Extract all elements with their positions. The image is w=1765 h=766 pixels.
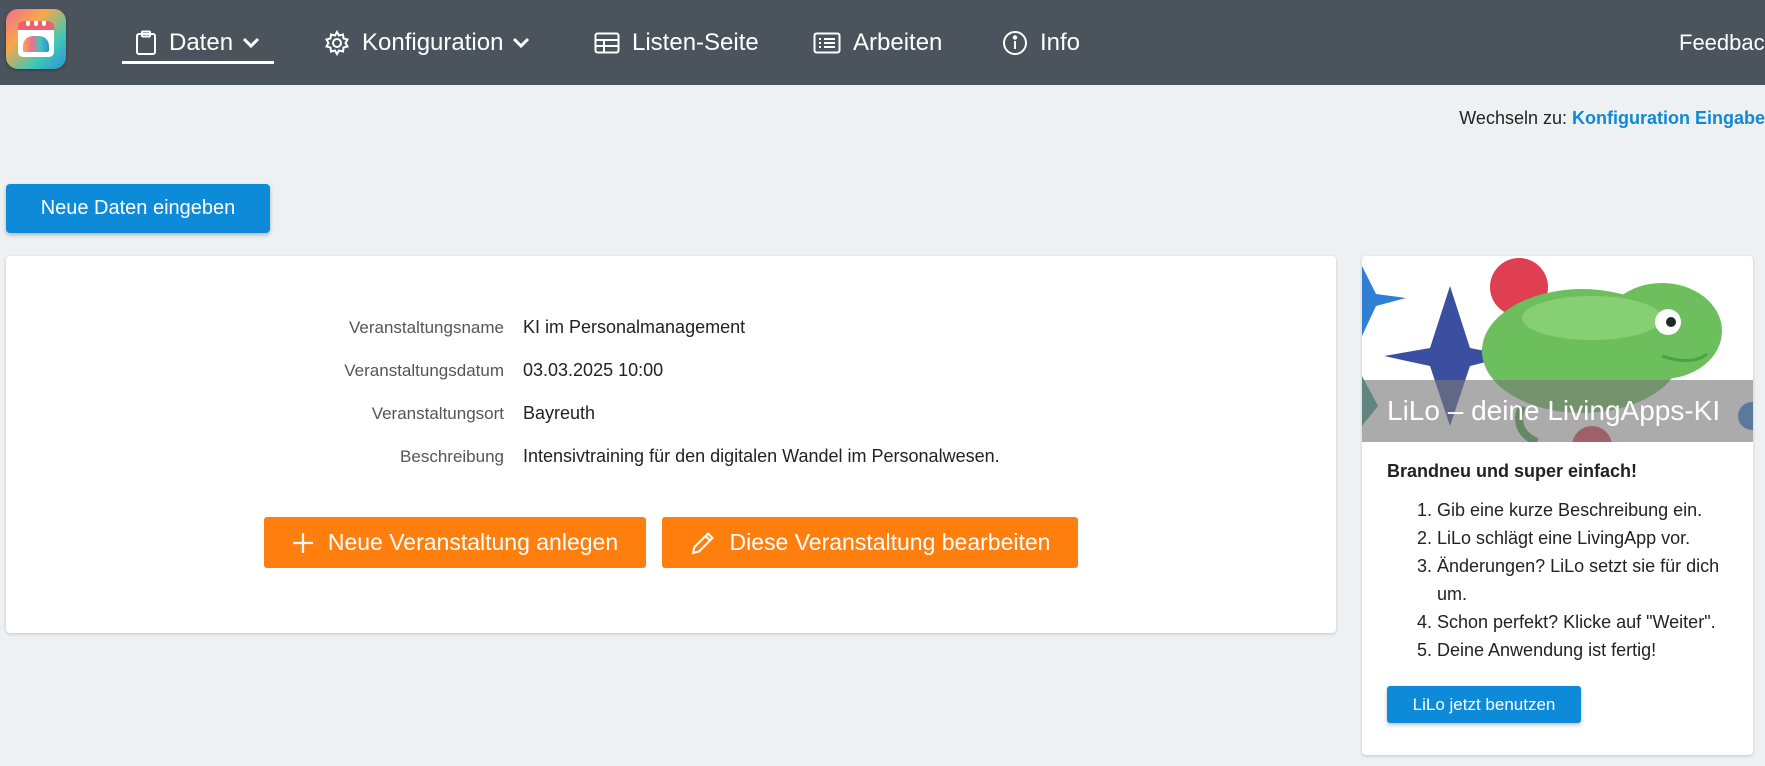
pencil-icon	[690, 530, 716, 556]
edit-event-button[interactable]: Diese Veranstaltung bearbeiten	[662, 517, 1078, 568]
field-row: Veranstaltungsort Bayreuth	[6, 403, 1336, 434]
field-row: Veranstaltungsname KI im Personalmanagem…	[6, 317, 1336, 348]
switch-link[interactable]: Konfiguration Eingabe	[1572, 108, 1765, 128]
field-label: Veranstaltungsort	[371, 404, 504, 423]
lilo-step: Deine Anwendung ist fertig!	[1437, 636, 1737, 664]
lilo-step: LiLo schlägt eine LivingApp vor.	[1437, 524, 1737, 552]
field-label: Beschreibung	[400, 447, 504, 466]
nav-arbeiten[interactable]: Arbeiten	[813, 0, 942, 85]
top-navbar: Daten Konfiguration Listen-Seite Arbeite…	[0, 0, 1765, 85]
nav-konfiguration[interactable]: Konfiguration	[324, 0, 530, 85]
switch-view: Wechseln zu: Konfiguration Eingabe	[1459, 108, 1765, 129]
nav-info-label: Info	[1040, 28, 1081, 56]
lilo-use-button[interactable]: LiLo jetzt benutzen	[1387, 686, 1581, 723]
lilo-use-label: LiLo jetzt benutzen	[1412, 694, 1556, 714]
lilo-banner-title: LiLo – deine LivingApps-KI	[1362, 380, 1753, 442]
nav-listen-seite-label: Listen-Seite	[632, 28, 759, 56]
list-icon	[813, 32, 841, 54]
field-value: Bayreuth	[523, 403, 596, 423]
lilo-promo-card: LiLo – deine LivingApps-KI Brandneu und …	[1362, 256, 1753, 755]
field-value: 03.03.2025 10:00	[523, 360, 664, 380]
app-logo[interactable]	[6, 9, 66, 69]
record-card: Veranstaltungsname KI im Personalmanagem…	[6, 256, 1336, 633]
nav-daten-label: Daten	[169, 28, 234, 56]
field-label: Veranstaltungsdatum	[344, 361, 504, 380]
chevron-down-icon	[242, 37, 260, 49]
info-icon	[1002, 30, 1028, 56]
nav-konfiguration-label: Konfiguration	[362, 28, 504, 56]
new-event-label: Neue Veranstaltung anlegen	[327, 529, 619, 555]
nav-info[interactable]: Info	[1002, 0, 1080, 85]
lilo-steps-list: Gib eine kurze Beschreibung ein. LiLo sc…	[1387, 496, 1737, 664]
nav-listen-seite[interactable]: Listen-Seite	[594, 0, 759, 85]
lilo-step: Änderungen? LiLo setzt sie für dich um.	[1437, 552, 1737, 608]
switch-prefix: Wechseln zu:	[1459, 108, 1567, 128]
lilo-step: Schon perfekt? Klicke auf "Weiter".	[1437, 608, 1737, 636]
gear-icon	[324, 29, 350, 56]
table-icon	[594, 32, 620, 54]
edit-event-label: Diese Veranstaltung bearbeiten	[729, 529, 1051, 555]
field-value: Intensivtraining für den digitalen Wande…	[523, 446, 1000, 466]
lilo-chameleon-illustration: LiLo – deine LivingApps-KI	[1362, 256, 1753, 442]
nav-daten[interactable]: Daten	[135, 0, 260, 85]
field-label: Veranstaltungsname	[349, 318, 504, 337]
lilo-heading: Brandneu und super einfach!	[1387, 461, 1638, 481]
calendar-logo-icon	[18, 21, 54, 57]
nav-arbeiten-label: Arbeiten	[853, 28, 943, 56]
field-value: KI im Personalmanagement	[523, 317, 746, 337]
plus-icon	[292, 532, 314, 554]
new-data-label: Neue Daten eingeben	[40, 197, 236, 219]
clipboard-icon	[135, 30, 157, 56]
feedback-label: Feedback	[1679, 29, 1765, 55]
lilo-step: Gib eine kurze Beschreibung ein.	[1437, 496, 1737, 524]
feedback-link[interactable]: Feedback	[1679, 0, 1765, 85]
chevron-down-icon	[512, 37, 530, 49]
nav-active-indicator	[122, 61, 274, 64]
field-row: Veranstaltungsdatum 03.03.2025 10:00	[6, 360, 1336, 391]
field-row: Beschreibung Intensivtraining für den di…	[6, 446, 1336, 477]
new-event-button[interactable]: Neue Veranstaltung anlegen	[264, 517, 646, 568]
new-data-button[interactable]: Neue Daten eingeben	[6, 184, 270, 233]
